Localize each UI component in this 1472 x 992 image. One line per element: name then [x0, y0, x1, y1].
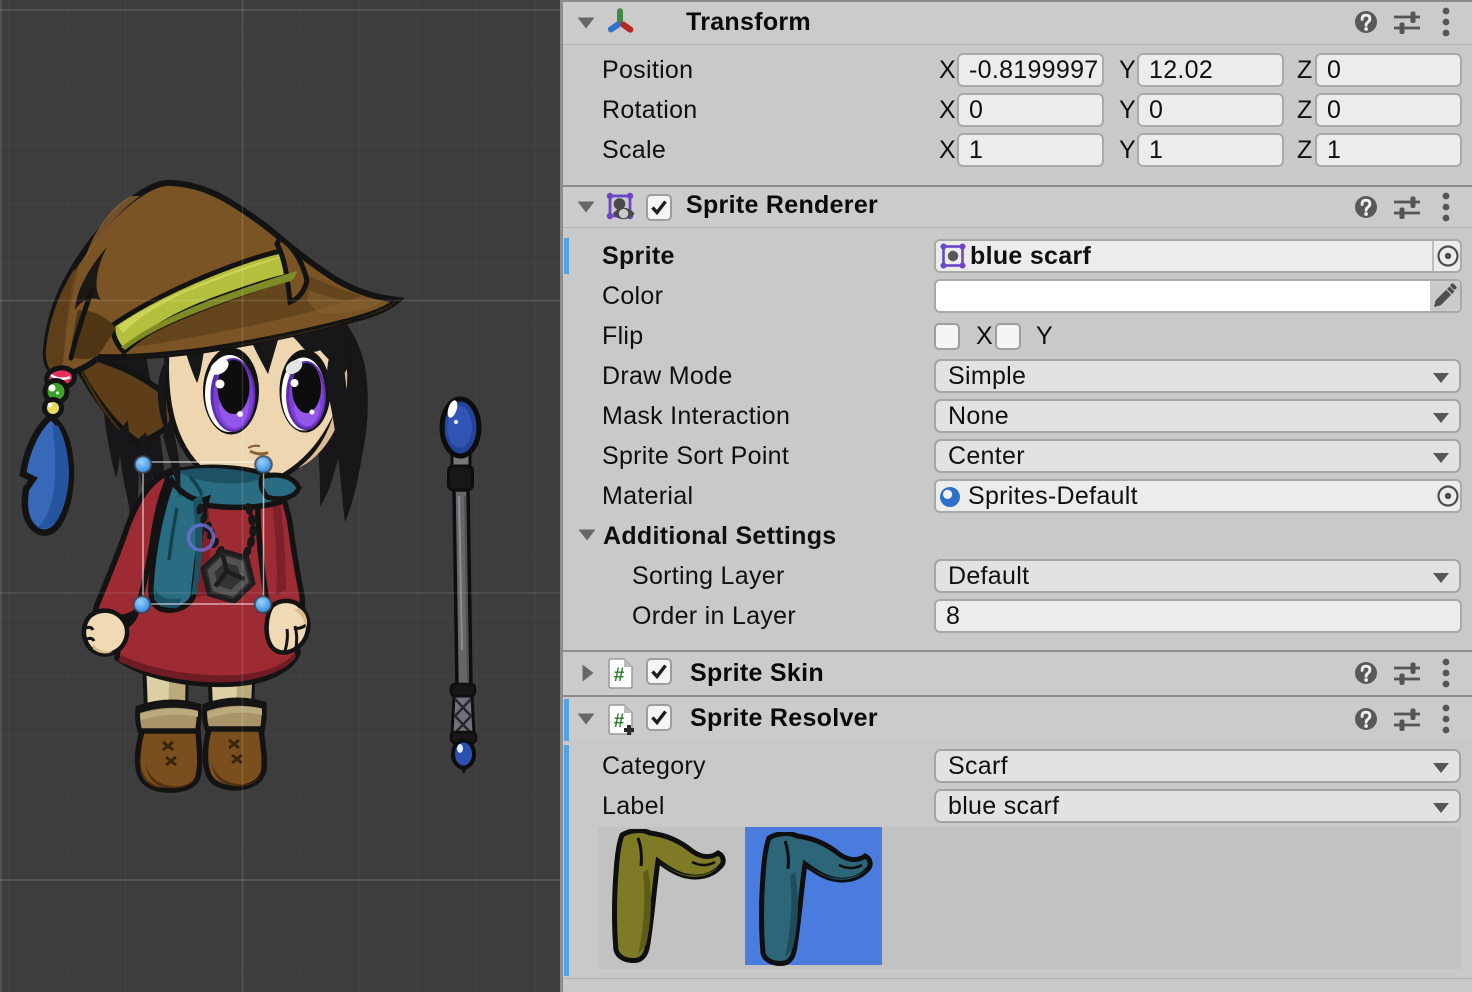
- svg-text:#: #: [614, 665, 625, 686]
- svg-text:#: #: [614, 711, 625, 732]
